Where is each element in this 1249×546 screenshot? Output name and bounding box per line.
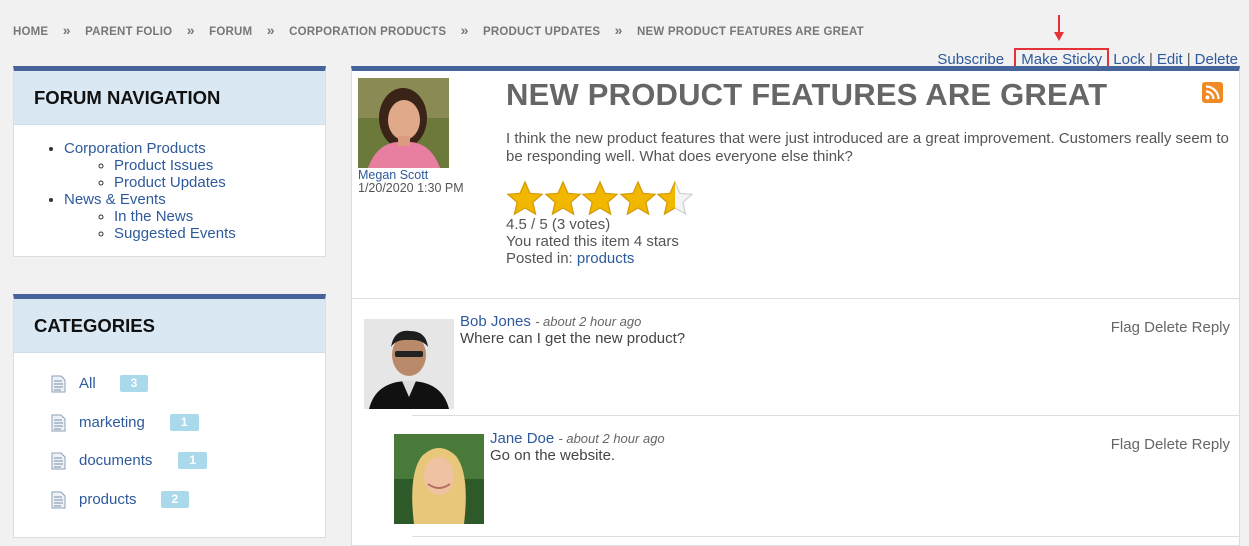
category-item: documents 1 (51, 452, 325, 491)
nav-link-product-updates[interactable]: Product Updates (114, 174, 226, 191)
delete-comment-link[interactable]: Delete (1144, 319, 1187, 336)
forum-navigation-title: FORUM NAVIGATION (14, 71, 325, 125)
category-count-badge: 3 (119, 375, 149, 392)
star-icon[interactable] (656, 180, 694, 218)
comment-author-link[interactable]: Jane Doe (490, 430, 554, 447)
nav-link-suggested-events[interactable]: Suggested Events (114, 225, 236, 242)
breadcrumb-separator: » (460, 22, 469, 38)
star-icon[interactable] (506, 180, 544, 218)
document-icon (51, 414, 66, 431)
page-title: NEW PRODUCT FEATURES ARE GREAT (506, 77, 1108, 112)
forum-navigation-list: Corporation Products Product Issues Prod… (14, 140, 325, 242)
post-author-link[interactable]: Megan Scott (358, 168, 428, 182)
arrow-down-icon (1054, 15, 1064, 41)
comment-time: - about 2 hour ago (535, 314, 642, 329)
category-item: marketing 1 (51, 413, 325, 453)
posted-in-link[interactable]: products (577, 250, 635, 267)
breadcrumb-separator: » (614, 22, 623, 38)
rating-info: 4.5 / 5 (3 votes) You rated this item 4 … (506, 216, 679, 267)
category-link-marketing[interactable]: marketing (79, 414, 145, 432)
category-link-documents[interactable]: documents (79, 452, 152, 470)
avatar[interactable] (364, 319, 454, 409)
user-rating: You rated this item 4 stars (506, 233, 679, 250)
category-count-badge: 1 (178, 452, 208, 469)
category-link-all[interactable]: All (79, 375, 96, 393)
star-icon[interactable] (619, 180, 657, 218)
divider (412, 415, 1239, 416)
reply-link[interactable]: Reply (1192, 319, 1230, 336)
breadcrumb-product-updates[interactable]: PRODUCT UPDATES (483, 26, 600, 38)
category-item: products 2 (51, 490, 325, 530)
category-count-badge: 2 (160, 490, 190, 508)
nav-link-corporation-products[interactable]: Corporation Products (64, 140, 206, 157)
forum-navigation-panel: FORUM NAVIGATION Corporation Products Pr… (13, 66, 326, 257)
breadcrumb-separator: » (62, 22, 71, 38)
comment-text: Go on the website. (490, 447, 616, 464)
comment-meta: Bob Jones - about 2 hour ago (460, 313, 641, 330)
nav-link-in-the-news[interactable]: In the News (114, 208, 193, 225)
posted-in: Posted in: products (506, 250, 679, 267)
document-icon (51, 491, 66, 508)
category-count-badge: 1 (169, 413, 199, 431)
breadcrumb-home[interactable]: HOME (13, 26, 48, 38)
post-date: 1/20/2020 1:30 PM (358, 181, 464, 195)
breadcrumb-separator: » (186, 22, 195, 38)
nav-link-product-issues[interactable]: Product Issues (114, 157, 213, 174)
comment-time-text: about 2 hour ago (543, 314, 642, 329)
comment-time-text: about 2 hour ago (566, 431, 665, 446)
star-icon[interactable] (581, 180, 619, 218)
star-icon[interactable] (544, 180, 582, 218)
comment-controls: Flag Delete Reply (1111, 436, 1230, 453)
avatar[interactable] (358, 78, 449, 168)
comment-controls: Flag Delete Reply (1111, 319, 1230, 336)
breadcrumb-forum[interactable]: FORUM (209, 26, 252, 38)
comment-text: Where can I get the new product? (460, 330, 686, 347)
posted-in-label: Posted in: (506, 250, 573, 267)
categories-list: All 3 marketing 1 documents 1 products 2 (14, 353, 325, 529)
category-link-products[interactable]: products (79, 491, 137, 509)
nav-item: News & Events In the News Suggested Even… (64, 191, 325, 242)
comment-time: - about 2 hour ago (558, 431, 665, 446)
document-icon (51, 375, 66, 393)
post-body: I think the new product features that we… (506, 130, 1229, 165)
nav-subitem: Product Updates (114, 174, 325, 191)
nav-subitem: Product Issues (114, 157, 325, 174)
avatar[interactable] (394, 434, 484, 524)
categories-title: CATEGORIES (14, 299, 325, 353)
breadcrumb-corporation-products[interactable]: CORPORATION PRODUCTS (289, 26, 446, 38)
divider (412, 536, 1239, 537)
breadcrumb: HOME » PARENT FOLIO » FORUM » CORPORATIO… (13, 22, 864, 38)
post-panel: Megan Scott 1/20/2020 1:30 PM NEW PRODUC… (351, 66, 1240, 546)
breadcrumb-current: NEW PRODUCT FEATURES ARE GREAT (637, 26, 864, 38)
rating-summary: 4.5 / 5 (3 votes) (506, 216, 611, 233)
comment-author-link[interactable]: Bob Jones (460, 313, 531, 330)
nav-subitem: In the News (114, 208, 325, 225)
flag-link[interactable]: Flag (1111, 319, 1140, 336)
divider (352, 298, 1239, 299)
delete-comment-link[interactable]: Delete (1144, 436, 1187, 453)
breadcrumb-separator: » (266, 22, 275, 38)
reply-link[interactable]: Reply (1192, 436, 1230, 453)
category-item: All 3 (51, 375, 325, 414)
nav-link-news-events[interactable]: News & Events (64, 191, 166, 208)
flag-link[interactable]: Flag (1111, 436, 1140, 453)
star-rating[interactable] (506, 180, 694, 218)
rss-icon[interactable] (1202, 82, 1223, 103)
comment-meta: Jane Doe - about 2 hour ago (490, 430, 665, 447)
nav-item: Corporation Products Product Issues Prod… (64, 140, 325, 191)
nav-subitem: Suggested Events (114, 225, 325, 242)
categories-panel: CATEGORIES All 3 marketing 1 documents 1… (13, 294, 326, 538)
breadcrumb-parent-folio[interactable]: PARENT FOLIO (85, 26, 172, 38)
document-icon (51, 452, 66, 470)
